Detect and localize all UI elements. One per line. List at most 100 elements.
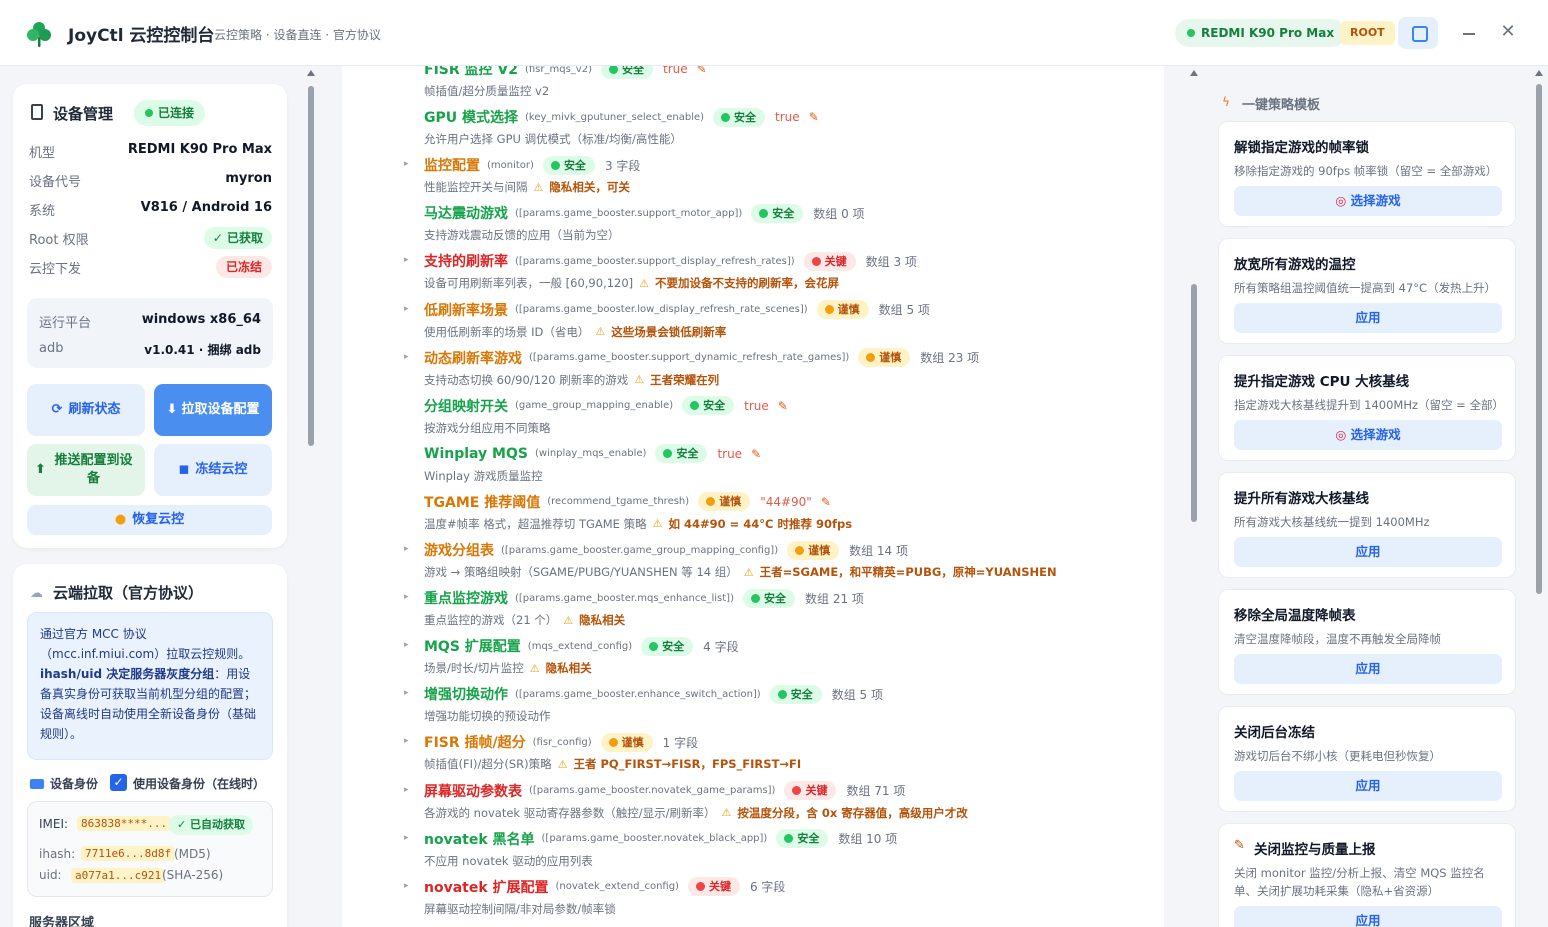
- device-icon: [31, 104, 43, 120]
- app-title: JoyCtl 云控控制台: [68, 26, 215, 46]
- config-name: 马达震动游戏: [424, 206, 508, 223]
- root-status-badge: ✓ 已获取: [203, 227, 272, 249]
- config-row[interactable]: 分组映射开关 (game_group_mapping_enable) 安全 true ✎: [424, 396, 788, 416]
- config-key: (game_group_mapping_enable): [515, 400, 674, 412]
- expand-caret-icon[interactable]: ▸: [404, 881, 409, 891]
- config-row[interactable]: 支持的刷新率 ([params.game_booster.support_disp…: [424, 251, 917, 271]
- apply-button[interactable]: 应用: [1234, 906, 1502, 927]
- close-icon[interactable]: ✕: [1499, 22, 1517, 42]
- expand-caret-icon[interactable]: ▸: [404, 544, 409, 554]
- left-scrollbar[interactable]: [308, 86, 314, 446]
- config-row[interactable]: novatek 扩展配置 (novatek_extend_config) 关键 6 字…: [424, 877, 785, 897]
- risk-badge: 安全: [641, 636, 694, 656]
- device-pill[interactable]: REDMI K90 Pro Max: [1175, 19, 1347, 47]
- runtime-box: 运行平台 windows x86_64 adb v1.0.41 · 捆绑 adb: [27, 298, 273, 368]
- edit-pencil-icon[interactable]: ✎: [697, 66, 707, 76]
- description-text: Winplay 游戏质量监控: [424, 468, 543, 483]
- config-row[interactable]: MQS 扩展配置 (mqs_extend_config) 安全 4 字段: [424, 636, 739, 656]
- config-row[interactable]: TGAME 推荐阈值 (recommend_tgame_thresh) 谨慎 "44#…: [424, 492, 831, 512]
- freeze-cloud-button[interactable]: ◼ 冻结云控: [154, 444, 272, 496]
- config-value: 数组 3 项: [865, 254, 917, 269]
- config-row[interactable]: FISR 插帧/超分 (fisr_config) 谨慎 1 字段: [424, 732, 698, 752]
- left-scroll-up-icon[interactable]: [307, 70, 315, 76]
- button-label: 应用: [1355, 913, 1381, 927]
- right-scroll-up-icon[interactable]: [1535, 70, 1543, 76]
- model-value: REDMI K90 Pro Max: [127, 142, 272, 157]
- warning-text: 这些场景会锁低刷新率: [611, 324, 727, 339]
- description-text: 支持动态切换 60/90/120 刷新率的游戏: [424, 372, 629, 387]
- config-description: 允许用户选择 GPU 调优模式（标准/均衡/高性能）: [424, 130, 682, 148]
- expand-caret-icon[interactable]: ▸: [404, 304, 409, 314]
- expand-caret-icon[interactable]: ▸: [404, 736, 409, 746]
- platform-value: windows x86_64: [141, 312, 261, 327]
- risk-badge: 安全: [769, 684, 822, 704]
- config-description: 温度#帧率 格式，超温推荐切 TGAME 策略 ⚠ 如 44#90 = 44°C 时…: [424, 515, 852, 533]
- expand-caret-icon[interactable]: ▸: [404, 785, 409, 795]
- expand-caret-icon[interactable]: ▸: [404, 833, 409, 843]
- config-row[interactable]: 屏幕驱动参数表 ([params.game_booster.novatek_gam…: [424, 781, 905, 801]
- config-row[interactable]: 动态刷新率游戏 ([params.game_booster.support_dyn…: [424, 348, 979, 368]
- config-row[interactable]: FISR 监控 V2 (fisr_mqs_v2) 安全 true ✎: [424, 66, 707, 79]
- identity-checkbox[interactable]: ✓: [110, 774, 127, 791]
- right-scrollbar[interactable]: [1536, 84, 1542, 594]
- config-row[interactable]: novatek 黑名单 ([params.game_booster.novatek…: [424, 829, 897, 849]
- select-game-button[interactable]: ◎ 选择游戏: [1234, 186, 1502, 216]
- minimize-icon[interactable]: [1461, 24, 1477, 42]
- config-row[interactable]: 马达震动游戏 ([params.game_booster.support_moto…: [424, 203, 865, 223]
- apply-button[interactable]: 应用: [1234, 537, 1502, 567]
- expand-caret-icon[interactable]: ▸: [404, 688, 409, 698]
- config-key: (fisr_config): [532, 736, 592, 748]
- expand-caret-icon[interactable]: ▸: [404, 352, 409, 362]
- expand-caret-icon[interactable]: ▸: [404, 640, 409, 650]
- config-row[interactable]: Winplay MQS (winplay_mqs_enable) 安全 true ✎: [424, 444, 761, 464]
- description-text: 游戏 → 策略组映射（SGAME/PUBG/YUANSHEN 等 14 组）: [424, 565, 738, 579]
- restore-cloud-button[interactable]: ● 恢复云控: [27, 505, 272, 535]
- device-card-title: 设备管理: [53, 105, 114, 123]
- risk-badge: 谨慎: [600, 732, 653, 752]
- edit-pencil-icon[interactable]: ✎: [751, 447, 761, 461]
- template-description: 所有策略组温控阈值统一提高到 47°C（发热上升）: [1234, 281, 1497, 295]
- config-row[interactable]: 低刷新率场景 ([params.game_booster.low_display_…: [424, 300, 930, 320]
- template-card: 放宽所有游戏的温控 所有策略组温控阈值统一提高到 47°C（发热上升） 应用: [1218, 238, 1516, 344]
- pull-config-button[interactable]: ⬇ 拉取设备配置: [154, 384, 272, 436]
- templates-panel: ϟ 一键策略模板 解锁指定游戏的帧率锁 移除指定游戏的 90fps 帧率锁（留空 …: [1204, 66, 1534, 927]
- expand-caret-icon[interactable]: ▸: [404, 255, 409, 265]
- config-key: (mqs_extend_config): [527, 640, 633, 652]
- template-description: 指定游戏大核基线提升到 1400MHz（留空 = 全部）: [1234, 398, 1504, 412]
- expand-caret-icon[interactable]: ▸: [404, 592, 409, 602]
- select-game-button[interactable]: ◎ 选择游戏: [1234, 420, 1502, 450]
- middle-scroll-up-icon[interactable]: [1190, 70, 1198, 76]
- apply-button[interactable]: 应用: [1234, 654, 1502, 684]
- apply-button[interactable]: 应用: [1234, 771, 1502, 801]
- edit-pencil-icon[interactable]: ✎: [809, 110, 819, 124]
- template-card: 提升指定游戏 CPU 大核基线 指定游戏大核基线提升到 1400MHz（留空 = …: [1218, 355, 1516, 461]
- edit-pencil-icon[interactable]: ✎: [778, 399, 788, 413]
- expand-caret-icon[interactable]: ▸: [404, 159, 409, 169]
- apply-button[interactable]: 应用: [1234, 303, 1502, 333]
- lightning-icon: ϟ: [1222, 95, 1230, 109]
- push-config-button[interactable]: ⬆ 推送配置到设备: [27, 444, 145, 496]
- config-description: 重点监控的游戏（21 个） ⚠ 隐私相关: [424, 611, 625, 629]
- config-key: ([params.game_booster.mqs_enhance_list]): [515, 592, 734, 604]
- refresh-status-button[interactable]: ⟳ 刷新状态: [27, 384, 145, 436]
- description-text: 场景/时长/切片监控: [424, 661, 524, 676]
- config-row[interactable]: 游戏分组表 ([params.game_booster.game_group_ma…: [424, 540, 908, 560]
- edit-pencil-icon[interactable]: ✎: [821, 495, 831, 509]
- config-key: ([params.game_booster.support_dynamic_re…: [529, 352, 850, 364]
- config-row[interactable]: 重点监控游戏 ([params.game_booster.mqs_enhance_…: [424, 588, 864, 608]
- config-key: ([params.game_booster.enhance_switch_act…: [515, 688, 761, 700]
- config-row[interactable]: 增强切换动作 ([params.game_booster.enhance_swit…: [424, 684, 883, 704]
- config-description: 按游戏分组应用不同策略: [424, 419, 551, 437]
- middle-scrollbar[interactable]: [1191, 284, 1197, 522]
- app-window: JoyCtl 云控控制台 云控策略 · 设备直连 · 官方协议 REDMI K9…: [0, 0, 1548, 927]
- sync-icon[interactable]: [1398, 17, 1438, 49]
- clover-logo-icon: [27, 22, 51, 47]
- config-row[interactable]: GPU 模式选择 (key_mivk_gputuner_select_enable…: [424, 107, 819, 127]
- warning-text: 隐私相关，可关: [549, 180, 630, 195]
- risk-badge: 谨慎: [858, 348, 911, 368]
- config-name: 增强切换动作: [424, 687, 508, 704]
- config-row[interactable]: 监控配置 (monitor) 安全 3 字段: [424, 155, 640, 175]
- config-description: 帧插值(FI)/超分(SR)策略 ⚠ 王者 PQ_FIRST→FISR，FPS_FI…: [424, 755, 801, 773]
- system-value: V816 / Android 16: [140, 200, 272, 215]
- config-name: 重点监控游戏: [424, 591, 508, 608]
